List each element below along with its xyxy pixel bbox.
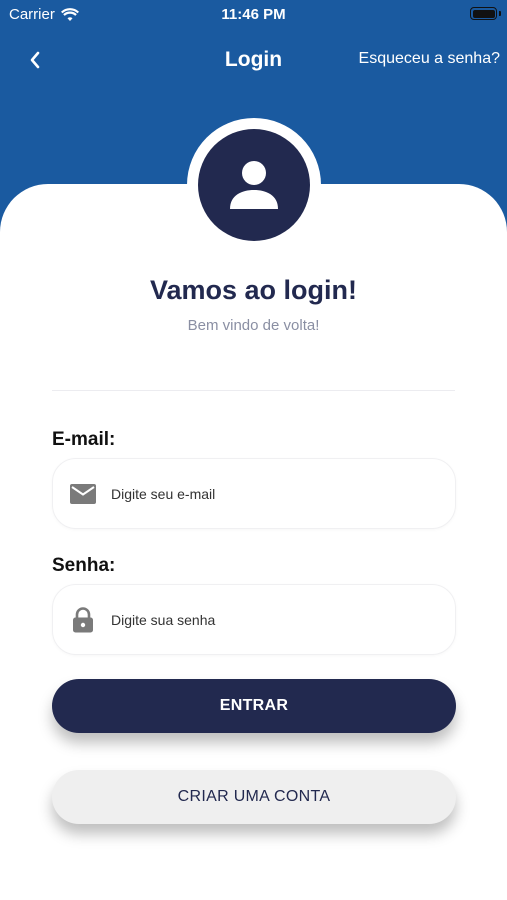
battery-icon — [470, 7, 497, 20]
welcome-subtitle: Bem vindo de volta! — [187, 317, 320, 334]
password-label: Senha: — [52, 555, 116, 576]
create-account-button[interactable]: CRIAR UMA CONTA — [52, 770, 456, 824]
email-field[interactable] — [111, 485, 431, 502]
login-button[interactable]: ENTRAR — [52, 679, 456, 733]
status-bar: Carrier 11:46 PM — [0, 0, 507, 28]
status-time: 11:46 PM — [221, 6, 286, 23]
navigation-bar: Login Esqueceu a senha? — [0, 40, 507, 80]
battery-tip — [499, 11, 501, 16]
email-label: E-mail: — [52, 429, 116, 450]
lock-icon — [69, 606, 97, 633]
avatar — [198, 129, 310, 241]
password-field[interactable] — [111, 611, 431, 628]
divider — [52, 390, 455, 391]
forgot-password-link[interactable]: Esqueceu a senha? — [359, 50, 500, 68]
email-field-container[interactable] — [52, 458, 456, 529]
password-field-container[interactable] — [52, 584, 456, 655]
welcome-title: Vamos ao login! — [149, 275, 358, 305]
user-icon — [230, 161, 278, 209]
mail-icon — [69, 483, 97, 504]
